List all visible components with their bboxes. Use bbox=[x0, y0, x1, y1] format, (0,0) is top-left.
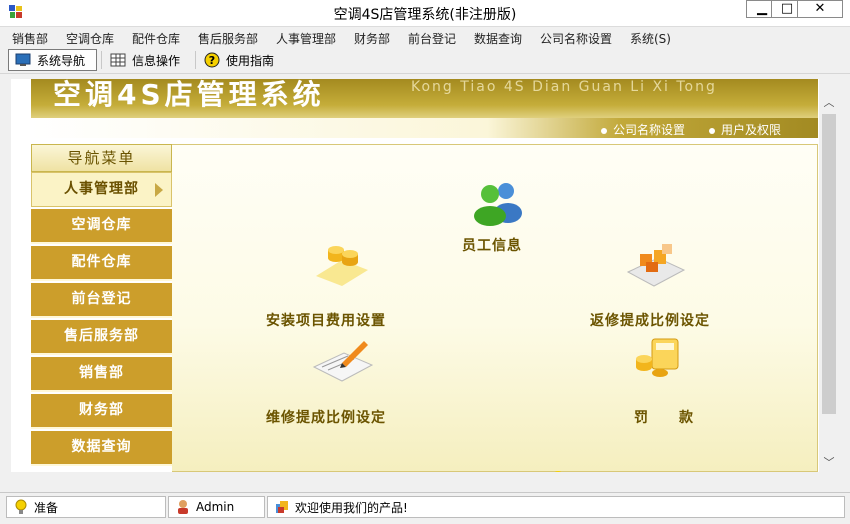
status-ready-text: 准备 bbox=[34, 500, 59, 515]
nav-item-parts-warehouse[interactable]: 配件仓库 bbox=[31, 246, 172, 281]
bulb-icon bbox=[554, 471, 562, 472]
help-icon: ? bbox=[204, 52, 220, 68]
monitor-icon bbox=[15, 53, 31, 66]
menu-sales[interactable]: 销售部 bbox=[12, 30, 48, 47]
menu-bar: 销售部 空调仓库 配件仓库 售后服务部 人事管理部 财务部 前台登记 数据查询 … bbox=[0, 27, 850, 47]
status-ready-panel: 准备 bbox=[6, 496, 166, 518]
pencil-paper-icon[interactable] bbox=[312, 337, 374, 383]
vertical-scrollbar[interactable]: ︿ ﹀ bbox=[820, 79, 838, 472]
blocks-icon[interactable] bbox=[624, 240, 688, 288]
toolbar: 系统导航 信息操作 ? 使用指南 bbox=[0, 47, 850, 74]
user-guide-label: 使用指南 bbox=[226, 53, 275, 68]
svg-text:?: ? bbox=[209, 54, 215, 67]
system-nav-label: 系统导航 bbox=[37, 53, 86, 68]
scroll-up-icon[interactable]: ︿ bbox=[823, 97, 835, 109]
info-ops-label: 信息操作 bbox=[132, 53, 181, 68]
toolbar-separator bbox=[101, 51, 102, 69]
nav-item-after-sales[interactable]: 售后服务部 bbox=[31, 320, 172, 355]
status-user-panel: Admin bbox=[168, 496, 265, 518]
user-guide-button[interactable]: ? 使用指南 bbox=[198, 49, 288, 71]
menu-front-desk[interactable]: 前台登记 bbox=[408, 30, 456, 47]
scroll-thumb[interactable] bbox=[822, 114, 836, 414]
nav-item-label: 人事管理部 bbox=[64, 181, 139, 197]
nav-item-front-desk[interactable]: 前台登记 bbox=[31, 283, 172, 318]
nav-menu-title: 导航菜单 bbox=[31, 144, 172, 172]
users-permissions-label: 用户及权限 bbox=[721, 123, 782, 137]
lightbulb-icon bbox=[15, 499, 27, 514]
fine-label[interactable]: 罚 款 bbox=[634, 407, 694, 427]
header-subtitle: Kong Tiao 4S Dian Guan Li Xi Tong bbox=[411, 79, 717, 95]
arrow-right-icon bbox=[155, 183, 163, 197]
title-bar: 空调4S店管理系统(非注册版) ▁ □ ✕ bbox=[0, 0, 850, 27]
status-message-text: 欢迎使用我们的产品! bbox=[295, 500, 408, 515]
feature-panel: 员工信息 安装项目费用设置 返修提成比例设定 维修提成比例设定 罚 款 bbox=[172, 144, 818, 472]
status-bar: 准备 Admin 欢迎使用我们的产品! bbox=[0, 492, 850, 524]
menu-parts-warehouse[interactable]: 配件仓库 bbox=[132, 30, 180, 47]
company-settings-label: 公司名称设置 bbox=[613, 123, 686, 137]
toolbar-separator bbox=[195, 51, 196, 69]
menu-finance[interactable]: 财务部 bbox=[354, 30, 390, 47]
menu-ac-warehouse[interactable]: 空调仓库 bbox=[66, 30, 114, 47]
nav-item-hr[interactable]: 人事管理部 bbox=[31, 172, 172, 207]
bullet-icon bbox=[709, 127, 715, 134]
user-icon bbox=[178, 500, 188, 514]
menu-hr[interactable]: 人事管理部 bbox=[276, 30, 336, 47]
menu-data-query[interactable]: 数据查询 bbox=[474, 30, 522, 47]
package-icon bbox=[276, 501, 288, 513]
install-fee-label[interactable]: 安装项目费用设置 bbox=[266, 310, 386, 330]
info-ops-button[interactable]: 信息操作 bbox=[104, 49, 192, 71]
menu-company-name[interactable]: 公司名称设置 bbox=[540, 30, 612, 47]
bullet-icon bbox=[601, 127, 607, 134]
staff-info-label[interactable]: 员工信息 bbox=[462, 235, 522, 255]
nav-item-ac-warehouse[interactable]: 空调仓库 bbox=[31, 209, 172, 244]
header-links: 公司名称设置 用户及权限 bbox=[31, 118, 818, 138]
users-permissions-link[interactable]: 用户及权限 bbox=[709, 121, 781, 138]
nav-item-finance[interactable]: 财务部 bbox=[31, 394, 172, 429]
coins-icon[interactable] bbox=[312, 240, 372, 288]
calculator-coins-icon[interactable] bbox=[630, 335, 686, 381]
status-message-panel: 欢迎使用我们的产品! bbox=[267, 496, 845, 518]
repair-commission-label[interactable]: 维修提成比例设定 bbox=[266, 407, 386, 427]
nav-item-sales[interactable]: 销售部 bbox=[31, 357, 172, 392]
system-nav-button[interactable]: 系统导航 bbox=[8, 49, 97, 71]
main-panel: 空调4S店管理系统 Kong Tiao 4S Dian Guan Li Xi T… bbox=[11, 79, 819, 472]
menu-after-sales[interactable]: 售后服务部 bbox=[198, 30, 258, 47]
company-settings-link[interactable]: 公司名称设置 bbox=[601, 121, 685, 138]
grid-icon bbox=[110, 53, 126, 67]
return-commission-label[interactable]: 返修提成比例设定 bbox=[590, 310, 710, 330]
close-button[interactable]: ✕ bbox=[797, 0, 843, 18]
window-title: 空调4S店管理系统(非注册版) bbox=[333, 7, 517, 23]
menu-system[interactable]: 系统(S) bbox=[630, 30, 671, 47]
status-user-text: Admin bbox=[196, 500, 235, 514]
staff-icon[interactable] bbox=[472, 180, 524, 226]
nav-item-data-query[interactable]: 数据查询 bbox=[31, 431, 172, 466]
header-title: 空调4S店管理系统 bbox=[53, 79, 325, 111]
scroll-down-icon[interactable]: ﹀ bbox=[823, 457, 835, 469]
